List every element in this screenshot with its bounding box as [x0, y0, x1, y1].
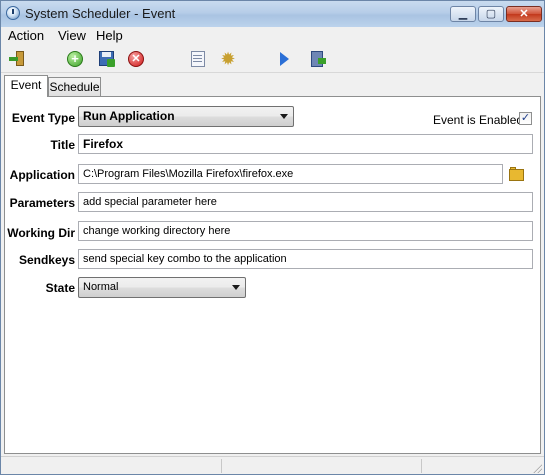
folder-body-shape: [509, 169, 524, 181]
list-icon[interactable]: [189, 50, 207, 68]
resize-grip[interactable]: [532, 463, 542, 473]
toolbar: + ✕ ✹: [1, 46, 544, 73]
working-dir-label: Working Dir: [7, 226, 75, 240]
list-paper: [191, 51, 205, 67]
close-button[interactable]: ✕: [506, 6, 542, 22]
sendkeys-label: Sendkeys: [18, 253, 75, 267]
play-icon[interactable]: [280, 52, 289, 66]
event-type-select[interactable]: Run Application: [78, 106, 294, 127]
tab-event[interactable]: Event: [4, 75, 48, 97]
status-divider: [221, 459, 222, 473]
chevron-down-icon: [232, 285, 240, 290]
enabled-checkbox[interactable]: ✓: [519, 112, 532, 125]
status-divider: [421, 459, 422, 473]
menu-bar: Action View Help: [1, 27, 544, 45]
exit-arrow-shape: [9, 57, 18, 61]
list-line: [193, 61, 202, 62]
parameters-label: Parameters: [9, 196, 75, 210]
list-line: [193, 58, 202, 59]
status-bar: [1, 456, 544, 474]
open-folder-icon[interactable]: [509, 167, 525, 181]
enabled-label: Event is Enabled: [433, 113, 524, 127]
settings-icon[interactable]: ✹: [219, 50, 237, 68]
title-label: Title: [50, 138, 75, 152]
event-type-label: Event Type: [11, 111, 75, 125]
sendkeys-field[interactable]: send special key combo to the applicatio…: [78, 249, 533, 269]
menu-help[interactable]: Help: [96, 28, 123, 43]
menu-view[interactable]: View: [58, 28, 86, 43]
minimize-button[interactable]: ▁: [450, 6, 476, 22]
save-icon[interactable]: [98, 50, 116, 68]
state-select[interactable]: Normal: [78, 277, 246, 298]
exit-icon[interactable]: [8, 50, 26, 68]
title-bar[interactable]: System Scheduler - Event ▁ ▢ ✕: [1, 1, 544, 27]
add-icon[interactable]: +: [67, 51, 83, 67]
delete-icon[interactable]: ✕: [128, 51, 144, 67]
save-disk-label: [102, 52, 111, 57]
working-dir-field[interactable]: change working directory here: [78, 221, 533, 241]
save-badge: [107, 59, 115, 67]
window-title: System Scheduler - Event: [25, 6, 176, 21]
parameters-field[interactable]: add special parameter here: [78, 192, 533, 212]
list-line: [193, 55, 202, 56]
run-arrow: [318, 58, 326, 64]
event-type-value: Run Application: [83, 109, 175, 123]
maximize-button[interactable]: ▢: [478, 6, 504, 22]
scheduler-window: System Scheduler - Event ▁ ▢ ✕ Action Vi…: [0, 0, 545, 475]
clock-app-icon: [6, 6, 20, 20]
application-label: Application: [9, 168, 75, 182]
menu-action[interactable]: Action: [8, 28, 44, 43]
title-field[interactable]: Firefox: [78, 134, 533, 154]
application-field[interactable]: C:\Program Files\Mozilla Firefox\firefox…: [78, 164, 503, 184]
tab-schedule[interactable]: Schedule: [48, 77, 101, 97]
chevron-down-icon: [280, 114, 288, 119]
state-value: Normal: [83, 281, 119, 293]
state-label: State: [45, 281, 75, 295]
run-icon[interactable]: [309, 50, 327, 68]
